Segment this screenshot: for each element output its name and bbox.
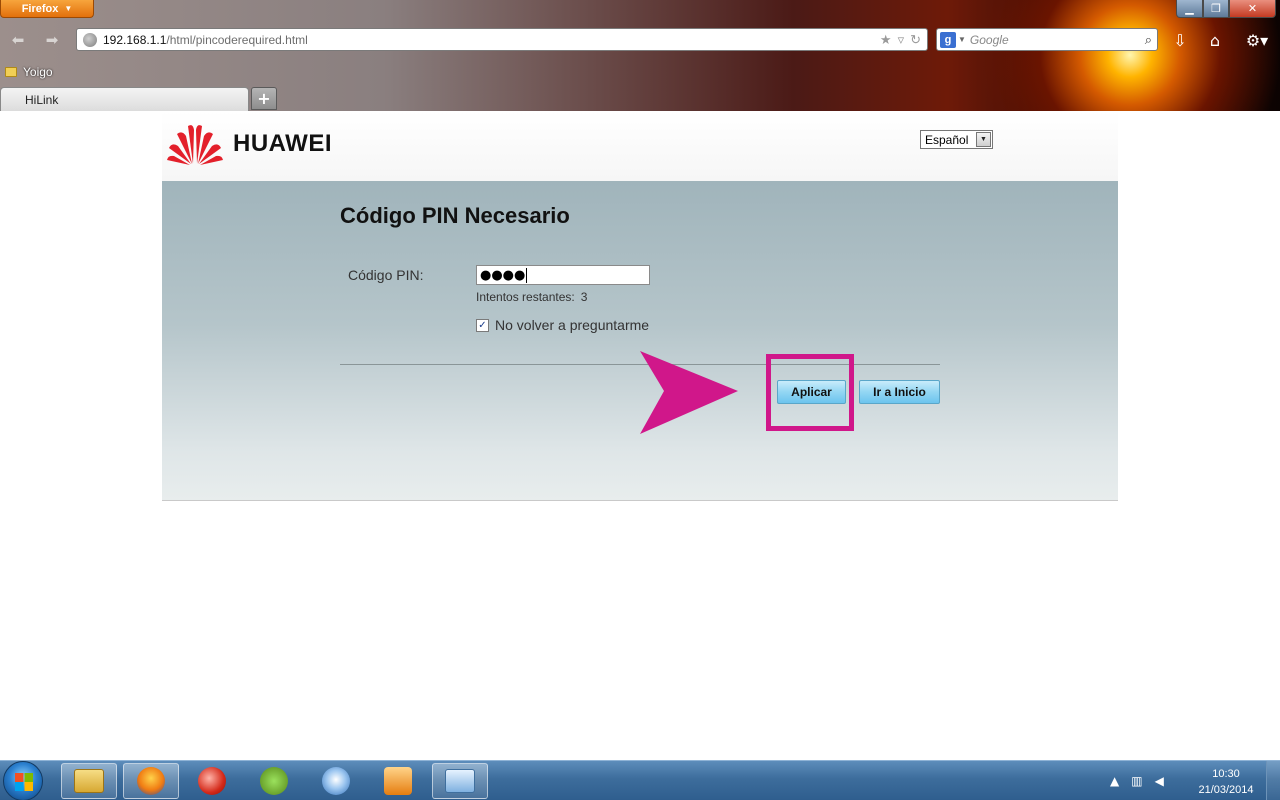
media-player-icon bbox=[384, 767, 412, 795]
text-cursor bbox=[526, 267, 528, 283]
start-button[interactable] bbox=[3, 761, 43, 800]
back-arrow-icon[interactable]: ⬅ bbox=[6, 29, 30, 51]
itunes-icon bbox=[322, 767, 350, 795]
search-placeholder: Google bbox=[969, 32, 1009, 47]
engine-dropdown-icon[interactable]: ▼ bbox=[958, 35, 966, 44]
firefox-icon bbox=[137, 767, 165, 795]
taskbar-ccleaner[interactable] bbox=[184, 763, 240, 799]
firefox-menu-label: Firefox bbox=[21, 2, 59, 15]
search-bar[interactable]: g ▼ Google ⌕ bbox=[936, 28, 1158, 51]
url-host: 192.168.1.1 bbox=[103, 32, 167, 47]
language-select[interactable]: Español ▼ bbox=[920, 130, 993, 149]
page-header: HUAWEI Español ▼ bbox=[162, 111, 1118, 181]
taskbar-media-player[interactable] bbox=[370, 763, 426, 799]
tab-hilink[interactable]: HiLink bbox=[0, 87, 249, 111]
remember-label[interactable]: No volver a preguntarme bbox=[495, 317, 649, 333]
huawei-flower-icon bbox=[167, 125, 223, 165]
reload-icon[interactable]: ↻ bbox=[910, 32, 921, 48]
spotify-icon bbox=[260, 767, 288, 795]
close-button[interactable]: ✕ bbox=[1229, 0, 1276, 18]
navigation-bar: ⬅ ➡ 192.168.1.1 /html/pincoderequired.ht… bbox=[0, 26, 1280, 54]
url-path: /html/pincoderequired.html bbox=[166, 32, 308, 47]
clock-date: 21/03/2014 bbox=[1198, 784, 1254, 796]
pin-input[interactable]: ●●●● bbox=[476, 265, 650, 285]
show-desktop-button[interactable] bbox=[1266, 761, 1280, 800]
browser-chrome: Firefox ▼ ▁ ❐ ✕ ⬅ ➡ 192.168.1.1 /html/pi… bbox=[0, 0, 1280, 111]
window-controls: ▁ ❐ ✕ bbox=[1176, 0, 1276, 18]
huawei-logo: HUAWEI bbox=[167, 122, 332, 166]
bookmarks-toolbar: Yoigo bbox=[0, 62, 53, 82]
google-engine-icon[interactable]: g bbox=[940, 31, 956, 48]
tray-expand-icon[interactable]: ▲ bbox=[1110, 774, 1119, 788]
attempts-value: 3 bbox=[580, 290, 588, 304]
pin-masked-value: ●●●● bbox=[480, 267, 526, 283]
windows-taskbar: ▲ ▥ ◀ 10:30 21/03/2014 bbox=[0, 760, 1280, 800]
pointer-arrow-icon bbox=[640, 351, 738, 434]
attempts-remaining: Intentos restantes: 3 bbox=[476, 290, 587, 304]
taskbar-firefox[interactable] bbox=[123, 763, 179, 799]
globe-icon bbox=[83, 32, 97, 47]
maximize-button[interactable]: ❐ bbox=[1203, 0, 1229, 18]
url-bar[interactable]: 192.168.1.1 /html/pincoderequired.html ★… bbox=[76, 28, 928, 51]
language-value: Español bbox=[925, 132, 969, 147]
search-icon[interactable]: ⌕ bbox=[1145, 32, 1152, 48]
folder-icon bbox=[5, 67, 17, 77]
folder-icon bbox=[74, 769, 104, 793]
home-icon[interactable]: ⌂ bbox=[1203, 29, 1227, 51]
clock[interactable]: 10:30 21/03/2014 bbox=[1192, 766, 1260, 798]
chevron-down-icon: ▼ bbox=[64, 4, 73, 13]
forward-arrow-icon[interactable]: ➡ bbox=[40, 29, 64, 51]
new-tab-button[interactable]: + bbox=[251, 87, 277, 110]
go-home-button[interactable]: Ir a Inicio bbox=[859, 380, 940, 404]
minimize-button[interactable]: ▁ bbox=[1176, 0, 1203, 18]
attempts-label: Intentos restantes: bbox=[476, 290, 575, 304]
chevron-down-icon[interactable]: ▼ bbox=[976, 132, 991, 147]
ccleaner-icon bbox=[198, 767, 226, 795]
taskbar-control-panel[interactable] bbox=[432, 763, 488, 799]
remember-checkbox[interactable]: ✓ bbox=[476, 318, 489, 332]
taskbar-explorer[interactable] bbox=[61, 763, 117, 799]
bookmark-star-icon[interactable]: ★ bbox=[880, 32, 892, 48]
brand-wordmark: HUAWEI bbox=[233, 130, 332, 157]
remember-option: ✓ No volver a preguntarme bbox=[476, 317, 649, 333]
windows-logo-icon bbox=[15, 773, 33, 791]
taskbar-itunes[interactable] bbox=[308, 763, 364, 799]
pin-label: Código PIN: bbox=[348, 267, 424, 283]
taskbar-spotify[interactable] bbox=[246, 763, 302, 799]
bookmark-yoigo[interactable]: Yoigo bbox=[23, 65, 53, 79]
firefox-menu-button[interactable]: Firefox ▼ bbox=[0, 0, 94, 18]
history-dropdown-icon[interactable]: ▿ bbox=[898, 32, 905, 48]
network-icon[interactable]: ▥ bbox=[1131, 774, 1142, 788]
apply-button[interactable]: Aplicar bbox=[777, 380, 846, 404]
pin-panel: Código PIN Necesario Código PIN: ●●●● In… bbox=[162, 181, 1118, 501]
control-panel-icon bbox=[445, 769, 475, 793]
system-tray: ▲ ▥ ◀ bbox=[1110, 761, 1164, 800]
tab-title: HiLink bbox=[25, 93, 59, 107]
addon-menu-icon[interactable]: ⚙▾ bbox=[1240, 29, 1274, 51]
clock-time: 10:30 bbox=[1212, 768, 1240, 780]
volume-icon[interactable]: ◀ bbox=[1155, 774, 1164, 788]
page-title: Código PIN Necesario bbox=[340, 203, 570, 228]
downloads-icon[interactable]: ⇩ bbox=[1168, 29, 1192, 51]
